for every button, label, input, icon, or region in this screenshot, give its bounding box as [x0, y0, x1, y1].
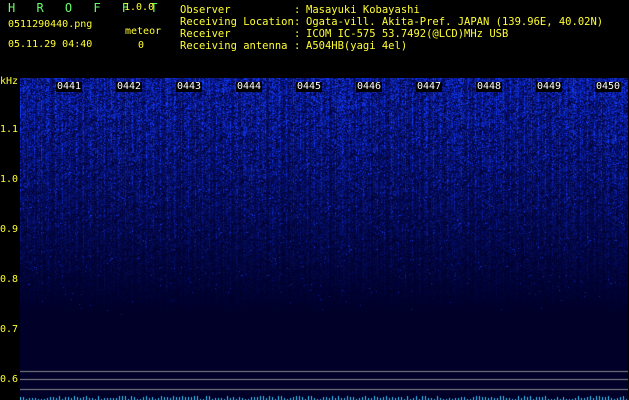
location-sep: : — [294, 16, 301, 28]
observer-key: Observer — [180, 4, 231, 16]
minute-label: 0442 — [116, 81, 143, 92]
y-tick: 0.9 — [0, 224, 19, 235]
receiver-key: Receiver — [180, 28, 231, 40]
location-key: Receiving Location — [180, 16, 294, 28]
receiver-sep: : — [294, 28, 301, 40]
antenna-key: Receiving antenna — [180, 40, 288, 52]
y-tick: 0.6 — [0, 374, 19, 385]
observer-value: Masayuki Kobayashi — [306, 4, 420, 16]
minute-label: 0441 — [56, 81, 83, 92]
y-tick: 1.1 — [0, 124, 19, 135]
minute-label: 0447 — [416, 81, 443, 92]
minute-label: 0445 — [296, 81, 323, 92]
minute-label: 0446 — [356, 81, 383, 92]
antenna-value: A504HB(yagi 4el) — [306, 40, 408, 52]
y-unit-label: kHz — [0, 76, 19, 87]
app-version: 1.0.0 — [124, 2, 155, 13]
minute-label: 0449 — [536, 81, 563, 92]
receiver-value: ICOM IC-575 53.7492(@LCD)MHz USB — [306, 28, 509, 40]
observer-sep: : — [294, 4, 301, 16]
spectrogram-canvas — [20, 78, 628, 400]
minute-label: 0450 — [595, 81, 622, 92]
file-name: 0511290440.png — [8, 19, 93, 30]
antenna-sep: : — [294, 40, 301, 52]
frequency-axis: kHz 1.1 1.0 0.9 0.8 0.7 0.6 — [0, 76, 20, 400]
minute-label: 0448 — [476, 81, 503, 92]
meteor-label: meteor — [125, 26, 162, 37]
minute-label: 0444 — [236, 81, 263, 92]
header-panel: H R O F F T 1.0.0 0511290440.png 05.11.2… — [0, 0, 629, 76]
y-tick: 0.8 — [0, 274, 19, 285]
minute-label: 0443 — [176, 81, 203, 92]
y-tick: 0.7 — [0, 324, 19, 335]
meteor-count: 0 — [138, 40, 145, 51]
y-tick: 1.0 — [0, 174, 19, 185]
location-value: Ogata-vill. Akita-Pref. JAPAN (139.96E, … — [306, 16, 604, 28]
timestamp: 05.11.29 04:40 — [8, 39, 93, 50]
